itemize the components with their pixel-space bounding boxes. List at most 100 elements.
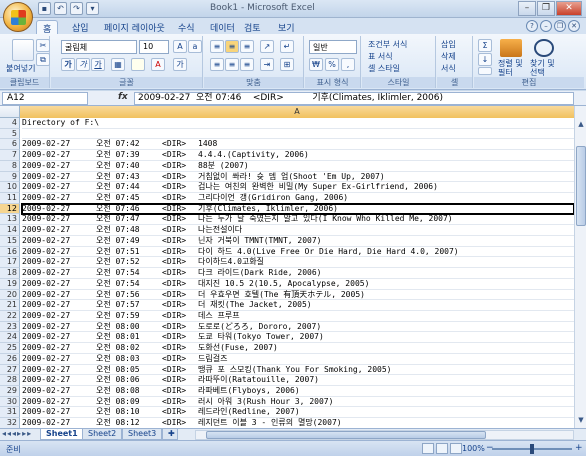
dropdown-icon[interactable]: ▾ — [86, 2, 99, 15]
minimize-icon[interactable]: – — [518, 1, 536, 16]
row-header[interactable]: 4 — [0, 118, 20, 129]
row-header[interactable]: 14 — [0, 225, 20, 236]
underline-button[interactable]: 가 — [91, 58, 105, 71]
find-select-button[interactable]: 찾기 및 선택 — [530, 59, 555, 77]
sheet-tab-1[interactable]: Sheet1 — [40, 429, 84, 440]
orientation-icon[interactable]: ↗ — [260, 40, 274, 53]
currency-icon[interactable]: ₩ — [309, 58, 323, 71]
zoom-slider[interactable] — [492, 444, 572, 454]
align-middle-icon[interactable]: ≡ — [225, 40, 239, 53]
tab-formulas[interactable]: 수식 — [172, 20, 201, 34]
cell-a[interactable]: 2009-02-27 오전 07:39 <DIR> 4.4.4.(Captivity,… — [22, 150, 574, 161]
italic-button[interactable]: 가 — [76, 58, 90, 71]
cell-a[interactable]: 2009-02-27 오전 08:02 <DIR> 도화선(Fuse, 2007) — [22, 343, 574, 354]
insert-function-icon[interactable]: fx — [118, 92, 128, 102]
align-left-icon[interactable]: ≡ — [210, 58, 224, 71]
cell-a[interactable]: Directory of F:\ — [22, 118, 574, 129]
row-header[interactable]: 27 — [0, 364, 20, 376]
cut-icon[interactable]: ✂ — [36, 39, 50, 52]
copy-icon[interactable]: ⧉ — [36, 53, 50, 66]
cell-a[interactable]: 2009-02-27 오전 07:56 <DIR> 더 우효우면 호텔(The 有頂天… — [22, 290, 574, 301]
scroll-down-icon[interactable]: ▼ — [576, 416, 586, 426]
row-header[interactable]: 5 — [0, 128, 20, 140]
undo-icon[interactable]: ↶ — [54, 2, 67, 15]
border-icon[interactable]: ▦ — [111, 58, 125, 71]
autosum-icon[interactable]: Σ — [478, 39, 492, 52]
cell-a[interactable]: 2009-02-27 오전 08:00 <DIR> 도로로(どろろ, Dororo, … — [22, 322, 574, 333]
row-header[interactable]: 9 — [0, 171, 20, 183]
cell-a[interactable]: 2009-02-27 오전 07:46 <DIR> 기후(Climates, Ikli… — [21, 202, 575, 216]
sort-filter-icon[interactable] — [500, 39, 522, 57]
cell-a[interactable]: 2009-02-27 오전 07:54 <DIR> 대지진 10.5 2(10.5, … — [22, 279, 574, 290]
horizontal-scrollbar[interactable] — [195, 430, 574, 440]
align-right-icon[interactable]: ≡ — [240, 58, 254, 71]
row-header[interactable]: 11 — [0, 193, 20, 204]
row-header[interactable]: 17 — [0, 257, 20, 269]
vertical-scrollbar[interactable]: ▲ ▼ — [574, 106, 586, 428]
help-icon[interactable]: ? — [526, 20, 538, 32]
row-header[interactable]: 31 — [0, 407, 20, 419]
row-header[interactable]: 25 — [0, 343, 20, 354]
row-header[interactable]: 7 — [0, 150, 20, 161]
cell-a[interactable]: 2009-02-27 오전 07:44 <DIR> 겁나는 여친의 완벽한 비밀(My… — [22, 182, 574, 194]
tab-insert[interactable]: 삽입 — [66, 20, 95, 34]
cell-a[interactable]: 2009-02-27 오전 08:06 <DIR> 라따뚜이(Ratatouille,… — [22, 375, 574, 386]
page-break-view-icon[interactable] — [450, 443, 462, 454]
format-cells-button[interactable]: 서식 — [441, 63, 456, 74]
cell-a[interactable]: 2009-02-27 오전 07:47 <DIR> 나는 누가 날 죽였는지 알고 있… — [22, 214, 574, 226]
row-header[interactable]: 26 — [0, 353, 20, 365]
cell-a[interactable]: 2009-02-27 오전 07:51 <DIR> 다이 하드 4.0(Live Fr… — [22, 247, 574, 258]
sort-filter-button[interactable]: 정렬 및 필터 — [498, 59, 523, 77]
paste-icon[interactable] — [12, 39, 34, 61]
row-header[interactable]: 19 — [0, 278, 20, 290]
row-header[interactable]: 28 — [0, 375, 20, 386]
row-header[interactable]: 22 — [0, 310, 20, 322]
cell-a[interactable] — [22, 129, 574, 140]
cell-styles-button[interactable]: 셀 스타일 — [368, 63, 400, 74]
cell-a[interactable]: 2009-02-27 오전 07:43 <DIR> 거침없이 쏴라! 슛 뎀 업(Sh… — [22, 172, 574, 183]
mdi-restore-icon[interactable]: ❐ — [554, 20, 566, 32]
tab-data[interactable]: 데이터 — [204, 20, 241, 34]
cell-a[interactable]: 2009-02-27 오전 08:12 <DIR> 레지던트 이블 3 - 인류의 멸… — [22, 418, 574, 428]
mdi-minimize-icon[interactable]: – — [540, 20, 552, 32]
horizontal-scroll-thumb[interactable] — [206, 431, 486, 439]
tab-review[interactable]: 검토 — [238, 20, 267, 34]
sheet-tab-3[interactable]: Sheet3 — [122, 429, 163, 440]
cell-a[interactable]: 2009-02-27 오전 07:45 <DIR> 그리다이언 갱(Gridiron … — [22, 193, 574, 204]
cell-a[interactable]: 2009-02-27 오전 08:03 <DIR> 드림걸즈 — [22, 354, 574, 365]
merge-center-icon[interactable]: ⊞ — [280, 58, 294, 71]
row-header[interactable]: 12 — [0, 203, 20, 215]
cell-a[interactable]: 2009-02-27 오전 08:05 <DIR> 땡큐 포 스모킹(Thank Yo… — [22, 365, 574, 376]
zoom-slider-knob[interactable] — [530, 444, 534, 454]
delete-cells-button[interactable]: 삭제 — [441, 51, 456, 62]
indent-icon[interactable]: ⇥ — [260, 58, 274, 71]
font-size-select[interactable]: 10 — [139, 40, 169, 54]
sheet-nav-icons[interactable]: ◂◂◂▸▸▸ — [2, 429, 32, 438]
align-center-icon[interactable]: ≡ — [225, 58, 239, 71]
column-header-a[interactable]: A — [20, 106, 574, 118]
normal-view-icon[interactable] — [422, 443, 434, 454]
wrap-text-icon[interactable]: ↵ — [280, 40, 294, 53]
cell-a[interactable]: 2009-02-27 오전 07:49 <DIR> 닌자 거북이 TMNT(TMNT,… — [22, 236, 574, 247]
row-header[interactable]: 13 — [0, 214, 20, 226]
row-header[interactable]: 10 — [0, 182, 20, 194]
tab-page-layout[interactable]: 페이지 레이아웃 — [98, 20, 171, 34]
grow-font-icon[interactable]: A — [173, 40, 187, 53]
redo-icon[interactable]: ↷ — [70, 2, 83, 15]
row-header[interactable]: 21 — [0, 300, 20, 311]
close-icon[interactable]: ✕ — [556, 1, 582, 16]
save-icon[interactable]: ▪ — [38, 2, 51, 15]
insert-cells-button[interactable]: 삽입 — [441, 39, 456, 50]
find-select-icon[interactable] — [534, 39, 554, 57]
select-all-corner[interactable] — [0, 106, 20, 118]
row-header[interactable]: 8 — [0, 160, 20, 172]
tab-view[interactable]: 보기 — [272, 20, 301, 34]
font-name-select[interactable]: 굴림체 — [61, 40, 137, 54]
number-format-select[interactable]: 일반 — [309, 40, 357, 54]
row-header[interactable]: 29 — [0, 385, 20, 397]
clear-icon[interactable] — [478, 67, 492, 75]
row-header[interactable]: 6 — [0, 139, 20, 151]
cell-a[interactable]: 2009-02-27 오전 08:09 <DIR> 러시 아워 3(Rush Hour… — [22, 397, 574, 408]
cell-a[interactable]: 2009-02-27 오전 07:40 <DIR> 88분 (2007) — [22, 161, 574, 172]
paste-button[interactable]: 붙여넣기 — [6, 63, 35, 74]
